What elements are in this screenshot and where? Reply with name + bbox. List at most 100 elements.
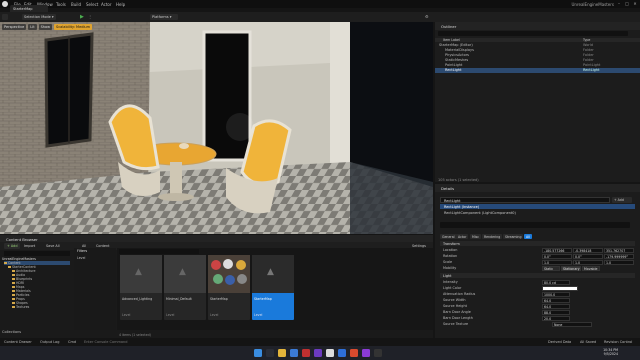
- add-component-button[interactable]: + Add: [612, 197, 632, 203]
- breadcrumb-content[interactable]: Content: [96, 244, 110, 248]
- asset-tile[interactable]: ▲ Advanced_Lighting Level: [120, 255, 162, 320]
- unreal-logo-icon[interactable]: [2, 1, 8, 7]
- asset-search-input[interactable]: [119, 249, 199, 254]
- details-search-input[interactable]: [440, 222, 630, 228]
- location-z-field[interactable]: 351.762707: [604, 247, 634, 253]
- component-row[interactable]: RectLightComponent (LightComponent0): [440, 210, 635, 215]
- cmd-dropdown[interactable]: Cmd: [68, 340, 76, 344]
- location-y-field[interactable]: -0.398418: [573, 247, 603, 253]
- menu-actor[interactable]: Actor: [101, 2, 112, 7]
- folder-icon: [12, 281, 15, 285]
- barn-door-length-field[interactable]: 20.0: [542, 315, 570, 321]
- mobility-stationary-button[interactable]: Stationary: [561, 265, 581, 271]
- tab-general[interactable]: General: [440, 234, 457, 239]
- viewport-perspective-button[interactable]: Perspective: [2, 24, 27, 30]
- outliner-row-label: PhysicsActors: [445, 53, 469, 57]
- tree-item[interactable]: Textures: [12, 305, 29, 309]
- close-icon[interactable]: ✕: [632, 1, 638, 7]
- menu-tools[interactable]: Tools: [56, 2, 66, 7]
- outliner-col-label: Item Label: [443, 38, 460, 43]
- filter-level[interactable]: Level: [77, 256, 85, 260]
- tab-misc[interactable]: Misc: [470, 234, 482, 239]
- play-icon[interactable]: ▶: [80, 14, 86, 20]
- app-icon[interactable]: [362, 349, 370, 357]
- console-input[interactable]: Enter Console Command: [84, 340, 128, 344]
- platforms-dropdown[interactable]: Platforms ▾: [150, 14, 178, 20]
- search-icon[interactable]: [266, 349, 274, 357]
- minimize-icon[interactable]: –: [616, 1, 622, 7]
- all-saved-status[interactable]: All Saved: [580, 340, 596, 344]
- rotation-x-field[interactable]: 0.0°: [542, 253, 572, 259]
- app-icon[interactable]: [314, 349, 322, 357]
- browser-icon[interactable]: [290, 349, 298, 357]
- intensity-field[interactable]: 80.0 cd: [542, 279, 570, 285]
- asset-tile-selected[interactable]: ▲ StarterMap Level: [252, 255, 294, 320]
- asset-tile[interactable]: ▲ Minimal_Default Level: [164, 255, 206, 320]
- windows-start-icon[interactable]: [254, 349, 262, 357]
- startermap-thumbnail: [208, 255, 250, 293]
- outliner-row-selected[interactable]: RectLight RectLight: [435, 68, 640, 73]
- source-height-field[interactable]: 64.0: [542, 303, 570, 309]
- app-icon[interactable]: [374, 349, 382, 357]
- folder-search-input[interactable]: [4, 251, 70, 256]
- revision-control-button[interactable]: Revision Control: [604, 340, 632, 344]
- barn-door-angle-field[interactable]: 88.0: [542, 309, 570, 315]
- app-icon[interactable]: [338, 349, 346, 357]
- breadcrumb-all[interactable]: All: [82, 244, 86, 248]
- mobility-movable-button[interactable]: Movable: [582, 265, 600, 271]
- outliner-row-label: StaticMeshes: [445, 58, 469, 62]
- app-icon[interactable]: [350, 349, 358, 357]
- prop-label: Intensity: [443, 280, 458, 284]
- file-explorer-icon[interactable]: [278, 349, 286, 357]
- unreal-taskbar-icon[interactable]: [326, 349, 334, 357]
- app-icon[interactable]: [302, 349, 310, 357]
- derived-data-button[interactable]: Derived Data: [548, 340, 571, 344]
- settings-icon[interactable]: ⚙: [425, 14, 429, 19]
- import-button[interactable]: Import: [24, 244, 35, 248]
- attenuation-field[interactable]: 1000.0: [542, 291, 570, 297]
- scale-y-field[interactable]: 1.0: [573, 259, 603, 265]
- actor-name-field[interactable]: RectLight: [440, 197, 610, 203]
- tab-streaming[interactable]: Streaming: [503, 234, 524, 239]
- location-x-field[interactable]: -180.577266: [542, 247, 572, 253]
- section-transform[interactable]: Transform: [440, 241, 635, 246]
- output-log-button[interactable]: Output Log: [40, 340, 60, 344]
- tab-rendering[interactable]: Rendering: [482, 234, 503, 239]
- menu-select[interactable]: Select: [86, 2, 98, 7]
- menu-build[interactable]: Build: [71, 2, 81, 7]
- tab-all[interactable]: All: [524, 234, 532, 239]
- light-color-swatch[interactable]: [542, 285, 578, 291]
- viewport-lit-button[interactable]: Lit: [28, 24, 37, 30]
- maximize-icon[interactable]: □: [624, 1, 630, 7]
- asset-tile[interactable]: StarterMap Level: [208, 255, 250, 320]
- viewport-show-button[interactable]: Show: [38, 24, 53, 30]
- system-clock[interactable]: 10:34 PM 9/5/2024: [603, 348, 618, 356]
- save-icon[interactable]: [2, 14, 8, 20]
- source-texture-dropdown[interactable]: None: [552, 321, 592, 327]
- settings-button[interactable]: Settings: [412, 244, 426, 248]
- outliner-count: 105 actors (1 selected): [438, 178, 479, 182]
- section-light[interactable]: Light: [440, 273, 635, 278]
- rotation-z-field[interactable]: -179.999999°: [604, 253, 634, 259]
- collections-header[interactable]: Collections: [2, 330, 21, 334]
- save-all-button[interactable]: Save All: [46, 244, 60, 248]
- outliner-row-type: Folder: [583, 58, 594, 62]
- outliner-search-input[interactable]: [438, 31, 628, 36]
- scale-x-field[interactable]: 1.0: [542, 259, 572, 265]
- content-drawer-button[interactable]: Content Drawer: [4, 340, 32, 344]
- mobility-static-button[interactable]: Static: [542, 265, 560, 271]
- tab-startermap[interactable]: StarterMap: [10, 5, 48, 12]
- level-viewport[interactable]: [0, 22, 433, 234]
- scalability-warning[interactable]: Scalability: Medium: [54, 24, 93, 30]
- add-button[interactable]: + Add: [4, 243, 21, 249]
- scale-z-field[interactable]: 1.0: [604, 259, 634, 265]
- rotation-y-field[interactable]: 0.0°: [573, 253, 603, 259]
- tab-actor[interactable]: Actor: [456, 234, 469, 239]
- source-width-field[interactable]: 64.0: [542, 297, 570, 303]
- component-row-selected[interactable]: RectLight (Instance): [440, 204, 635, 209]
- outliner-row-type: World: [583, 43, 594, 47]
- more-icon[interactable]: ⋮: [88, 14, 94, 20]
- menu-help[interactable]: Help: [116, 2, 125, 7]
- selection-mode-dropdown[interactable]: Selection Mode ▾: [22, 14, 56, 20]
- prop-label: Attenuation Radius: [443, 292, 476, 296]
